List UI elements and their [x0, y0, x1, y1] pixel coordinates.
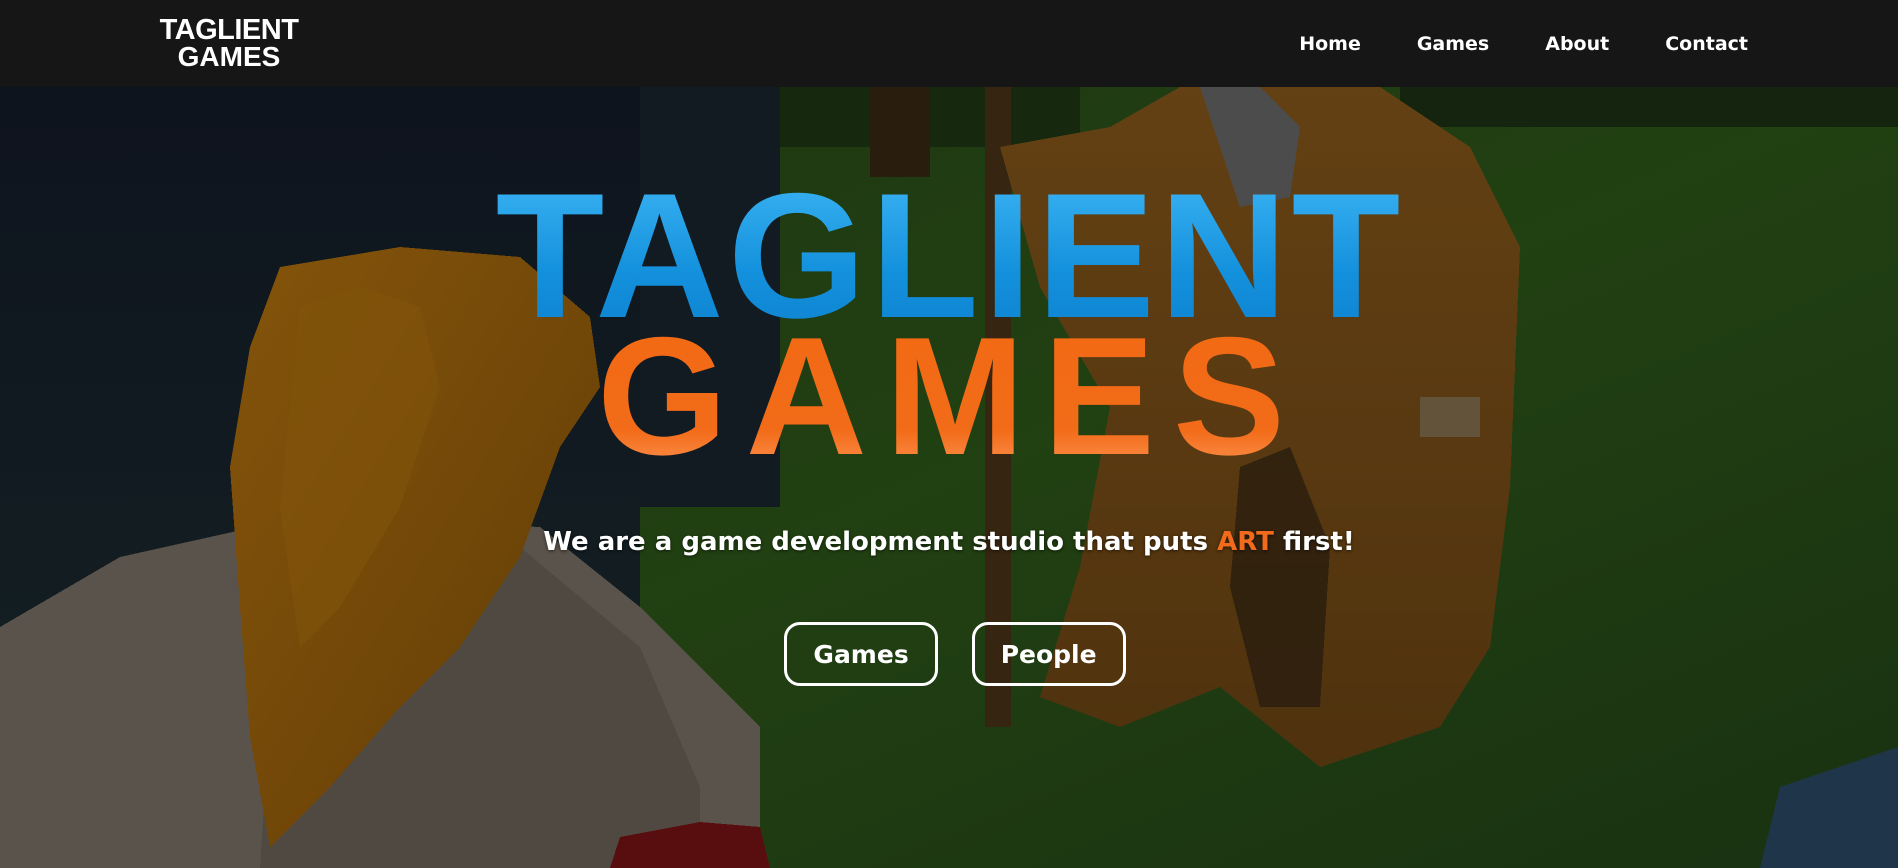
hero-cta-row: Games People	[0, 622, 1898, 692]
nav-menu: Home Games About Contact	[1299, 0, 1748, 87]
nav-link-home[interactable]: Home	[1299, 33, 1361, 55]
top-navbar: TAGLIENT GAMES Home Games About Contact	[0, 0, 1898, 87]
tagline-suffix: first!	[1273, 527, 1355, 557]
nav-link-contact[interactable]: Contact	[1665, 33, 1748, 55]
nav-link-about[interactable]: About	[1545, 33, 1609, 55]
brand-logo[interactable]: TAGLIENT GAMES	[144, 16, 314, 72]
hero-tagline: We are a game development studio that pu…	[0, 527, 1898, 557]
people-button[interactable]: People	[971, 622, 1126, 686]
hero-section: TAGLIENT GAMES We are a game development…	[0, 87, 1898, 868]
tagline-prefix: We are a game development studio that pu…	[543, 527, 1218, 557]
nav-link-games[interactable]: Games	[1417, 33, 1489, 55]
tagline-accent-art: ART	[1217, 527, 1274, 557]
brand-logo-line2: GAMES	[177, 41, 281, 72]
hero-logo-games: GAMES	[480, 312, 1420, 480]
games-button[interactable]: Games	[784, 622, 938, 686]
hero-logo: TAGLIENT GAMES	[480, 167, 1420, 547]
page: TAGLIENT GAMES Home Games About Contact	[0, 0, 1898, 868]
